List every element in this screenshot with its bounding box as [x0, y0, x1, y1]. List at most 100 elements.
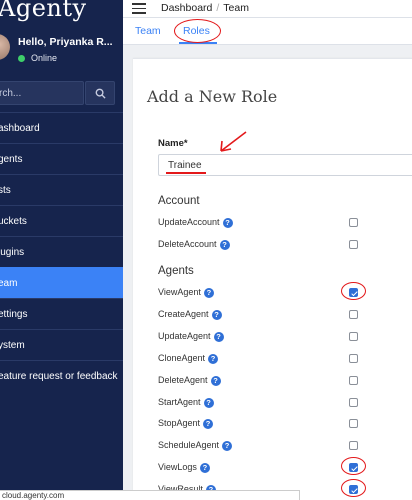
search-button[interactable] [85, 81, 115, 105]
help-icon[interactable]: ? [210, 375, 221, 386]
section-heading-account: Account [158, 195, 200, 207]
permission-row: CreateAgent? [158, 307, 388, 325]
permission-row: DeleteAccount? [158, 237, 388, 255]
permission-label: StopAgent [158, 418, 201, 429]
tab-bar: Team Roles [123, 18, 412, 45]
help-icon[interactable]: ? [203, 419, 214, 430]
sidebar-item-label: ystem [0, 339, 25, 351]
page-title: Add a New Role [147, 87, 278, 106]
sidebar-item-6[interactable]: eam [0, 267, 123, 298]
help-icon[interactable]: ? [222, 441, 233, 452]
help-icon[interactable]: ? [219, 239, 230, 250]
sidebar-item-label: eam [0, 277, 18, 289]
permission-label-wrap: DeleteAgent? [158, 375, 221, 386]
permission-row: ViewLogs? [158, 457, 388, 478]
permission-row: UpdateAccount? [158, 215, 388, 233]
permission-label: DeleteAgent [158, 374, 208, 385]
permission-label: CreateAgent [158, 308, 209, 319]
permission-label-wrap: ViewLogs? [158, 462, 210, 474]
help-icon[interactable]: ? [203, 397, 214, 408]
permission-label: UpdateAgent [158, 330, 211, 341]
section-heading-agents: Agents [158, 265, 194, 277]
sidebar-item-label: uckets [0, 215, 27, 227]
user-panel: Hello, Priyanka R... Online [0, 24, 123, 74]
top-bar: Dashboard / Team [123, 0, 412, 18]
sidebar-search [0, 81, 84, 105]
breadcrumb-dashboard[interactable]: Dashboard [161, 2, 212, 14]
permission-row: UpdateAgent? [158, 329, 388, 347]
sidebar-item-7[interactable]: ettings [0, 298, 123, 329]
sidebar: Agenty Hello, Priyanka R... Online ashbo… [0, 0, 123, 500]
permission-label: StartAgent [158, 396, 201, 407]
permission-label-wrap: StartAgent? [158, 397, 214, 408]
permission-label-wrap: DeleteAccount? [158, 239, 230, 250]
sidebar-item-label: lugins [0, 246, 25, 258]
search-icon [95, 88, 106, 99]
status-bar-url: cloud.agenty.com [0, 490, 300, 500]
breadcrumb-team: Team [223, 2, 249, 14]
permission-row: DeleteAgent? [158, 373, 388, 391]
permission-label: DeleteAccount [158, 238, 217, 249]
permission-checkbox[interactable] [349, 419, 358, 429]
permission-label-wrap: UpdateAccount? [158, 217, 233, 228]
permission-checkbox[interactable] [349, 397, 358, 407]
permission-checkbox[interactable] [349, 441, 358, 451]
sidebar-item-1[interactable]: ashboard [0, 112, 123, 143]
permission-checkbox[interactable] [349, 375, 358, 385]
sidebar-item-label: sts [0, 184, 11, 196]
sidebar-item-label: ashboard [0, 122, 40, 134]
sidebar-item-2[interactable]: gents [0, 143, 123, 174]
help-icon[interactable]: ? [203, 288, 214, 298]
help-icon[interactable]: ? [199, 463, 210, 474]
sidebar-nav: ashboard gents sts uckets lugins eam ettings ys… [0, 112, 123, 391]
sidebar-item-4[interactable]: uckets [0, 205, 123, 236]
permission-label: CloneAgent [158, 352, 206, 363]
breadcrumb: Dashboard / Team [161, 2, 249, 14]
sidebar-item-label: ettings [0, 308, 28, 320]
permission-checkbox[interactable] [349, 218, 358, 227]
sidebar-item-label: eature request or feedback [0, 370, 118, 382]
tab-team[interactable]: Team [135, 25, 161, 37]
sidebar-item-8[interactable]: ystem [0, 329, 123, 360]
permission-checkbox[interactable] [349, 239, 358, 249]
online-status-dot [18, 55, 25, 62]
permission-label-wrap: CreateAgent? [158, 309, 222, 320]
user-greeting: Hello, Priyanka R... [18, 36, 113, 48]
sidebar-item-9[interactable]: eature request or feedback [0, 360, 123, 391]
permission-label-wrap: ViewAgent? [158, 287, 214, 298]
annotation-circle-roles [174, 19, 221, 43]
help-icon[interactable]: ? [222, 218, 233, 228]
user-status: Online [31, 53, 58, 63]
avatar[interactable] [0, 34, 10, 60]
help-icon[interactable]: ? [211, 309, 222, 320]
permission-label-wrap: CloneAgent? [158, 352, 219, 364]
permission-checkbox[interactable] [349, 309, 358, 319]
annotation-circle-checkbox [341, 457, 366, 476]
permission-checkbox[interactable] [349, 331, 358, 341]
help-icon[interactable]: ? [208, 353, 219, 364]
permission-label: ViewAgent [158, 287, 201, 297]
sidebar-item-label: gents [0, 153, 23, 165]
menu-icon[interactable] [132, 3, 146, 14]
annotation-underline [166, 172, 206, 174]
permission-label-wrap: ScheduleAgent? [158, 440, 233, 452]
help-icon[interactable]: ? [213, 331, 224, 342]
permission-label: UpdateAccount [158, 217, 220, 227]
add-role-card: Add a New Role Name* Trainee Account Upda… [133, 58, 412, 500]
sidebar-item-3[interactable]: sts [0, 174, 123, 205]
name-label: Name* [158, 138, 188, 149]
permission-row: StartAgent? [158, 395, 388, 413]
annotation-circle-checkbox [341, 282, 366, 300]
permission-row: CloneAgent? [158, 351, 388, 369]
search-input[interactable] [0, 82, 77, 104]
annotation-arrow [220, 131, 247, 152]
permission-label: ScheduleAgent [158, 440, 220, 451]
permission-checkbox[interactable] [349, 353, 358, 363]
permission-label: ViewLogs [158, 462, 197, 473]
annotation-circle-checkbox [341, 479, 366, 498]
brand-logo[interactable]: Agenty [0, 0, 87, 22]
permission-row: ViewAgent? [158, 282, 388, 303]
permission-label-wrap: StopAgent? [158, 418, 214, 430]
breadcrumb-separator: / [216, 2, 220, 14]
sidebar-item-5[interactable]: lugins [0, 236, 123, 267]
